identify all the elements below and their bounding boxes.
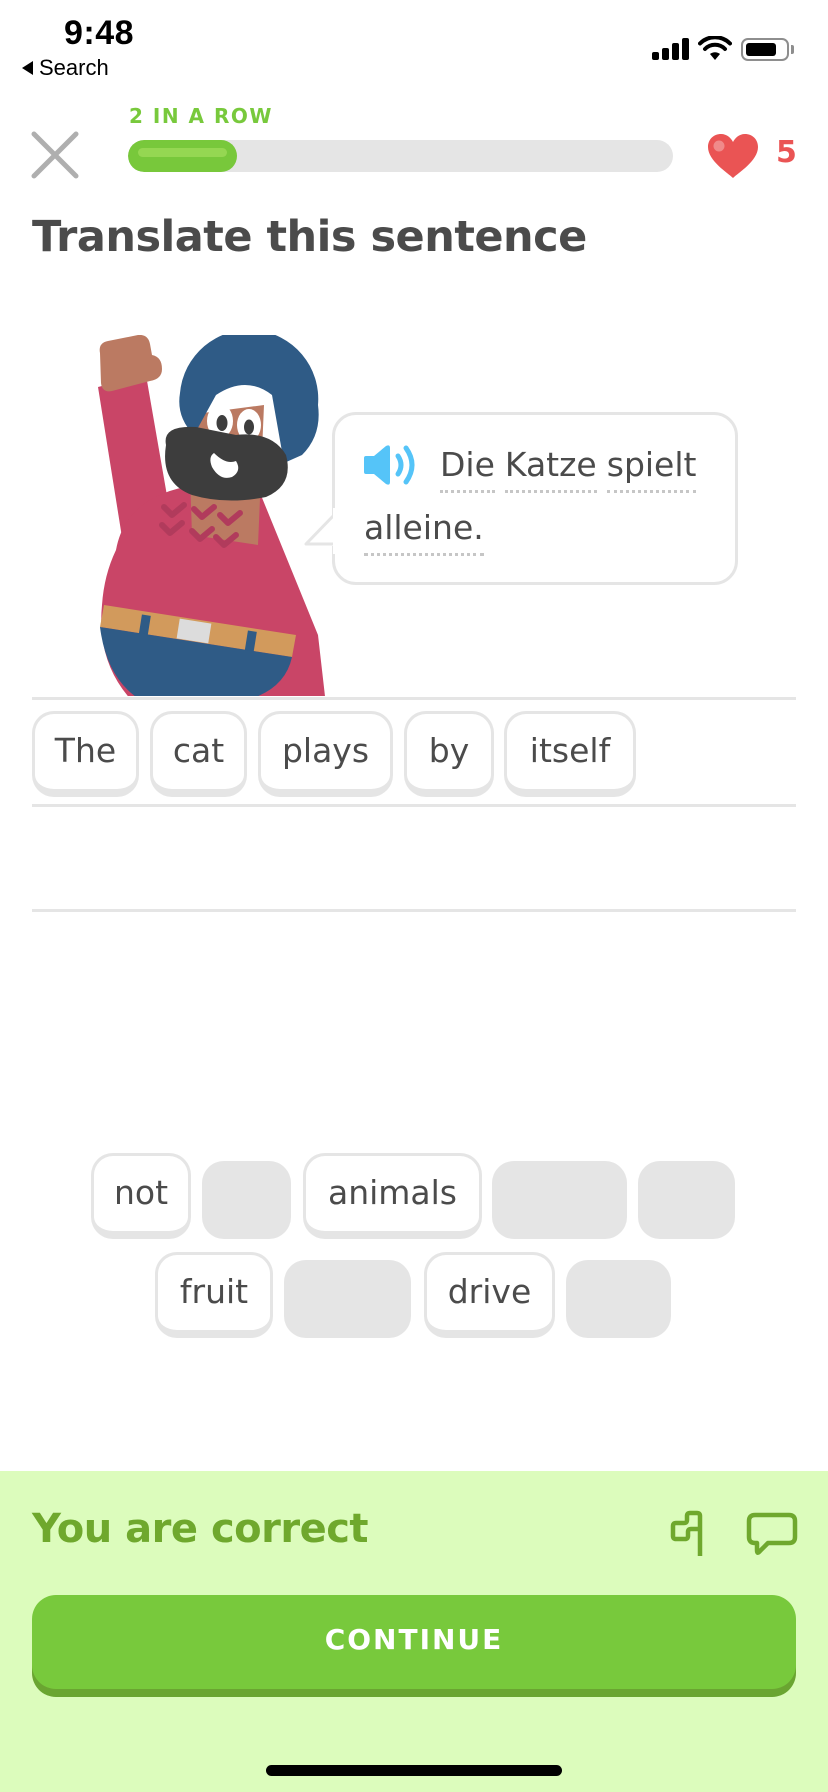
- continue-button[interactable]: CONTINUE: [32, 1595, 796, 1689]
- hearts-count: 5: [776, 135, 797, 170]
- wifi-icon: [698, 36, 732, 60]
- answer-line-middle: [32, 804, 796, 807]
- word-bank-used-slot: [638, 1161, 735, 1239]
- streak-label: 2 IN A ROW: [129, 104, 273, 128]
- answer-line-top: [32, 697, 796, 700]
- battery-tip: [791, 45, 794, 54]
- word-bank-chip[interactable]: fruit: [155, 1252, 273, 1338]
- battery-icon: [741, 38, 789, 61]
- prompt-sentence-line2: alleine.: [364, 509, 484, 556]
- word-bank-used-slot: [284, 1260, 411, 1338]
- word-bank-chip[interactable]: drive: [424, 1252, 555, 1338]
- flag-icon[interactable]: [670, 1510, 714, 1558]
- word-bank-chip[interactable]: not: [91, 1153, 191, 1239]
- back-label: Search: [39, 55, 109, 80]
- word-bank-used-slot: [492, 1161, 627, 1239]
- answer-line-bottom: [32, 909, 796, 912]
- page-title: Translate this sentence: [32, 212, 587, 262]
- lesson-progress-bar: [128, 140, 673, 172]
- cellular-signal-icon: [652, 38, 689, 60]
- answer-word-chip[interactable]: plays: [258, 711, 393, 797]
- prompt-word[interactable]: Katze: [504, 446, 597, 493]
- word-bank-chip[interactable]: animals: [303, 1153, 482, 1239]
- battery-level: [746, 43, 777, 56]
- speaker-icon[interactable]: [362, 444, 418, 486]
- feedback-message: You are correct: [32, 1506, 369, 1552]
- back-to-search-link[interactable]: Search: [22, 55, 109, 81]
- word-bank-used-slot: [202, 1161, 291, 1239]
- character-illustration: [98, 335, 325, 696]
- chat-icon[interactable]: [746, 1512, 798, 1556]
- prompt-sentence-line1: Die Katze spielt: [440, 446, 697, 493]
- speech-bubble-tail: [304, 508, 338, 554]
- word-bank-used-slot: [566, 1260, 671, 1338]
- prompt-word[interactable]: alleine.: [364, 509, 484, 556]
- speech-bubble: [332, 412, 738, 585]
- home-indicator[interactable]: [266, 1765, 562, 1776]
- answer-word-chip[interactable]: itself: [504, 711, 636, 797]
- status-time: 9:48: [64, 14, 135, 52]
- prompt-word[interactable]: spielt: [606, 446, 697, 493]
- answer-word-chip[interactable]: cat: [150, 711, 247, 797]
- back-triangle-icon: [22, 61, 33, 75]
- answer-word-chip[interactable]: The: [32, 711, 139, 797]
- lesson-progress-fill: [128, 140, 237, 172]
- close-icon[interactable]: [30, 130, 80, 180]
- prompt-word[interactable]: Die: [440, 446, 495, 493]
- answer-word-chip[interactable]: by: [404, 711, 494, 797]
- heart-icon[interactable]: [706, 133, 760, 179]
